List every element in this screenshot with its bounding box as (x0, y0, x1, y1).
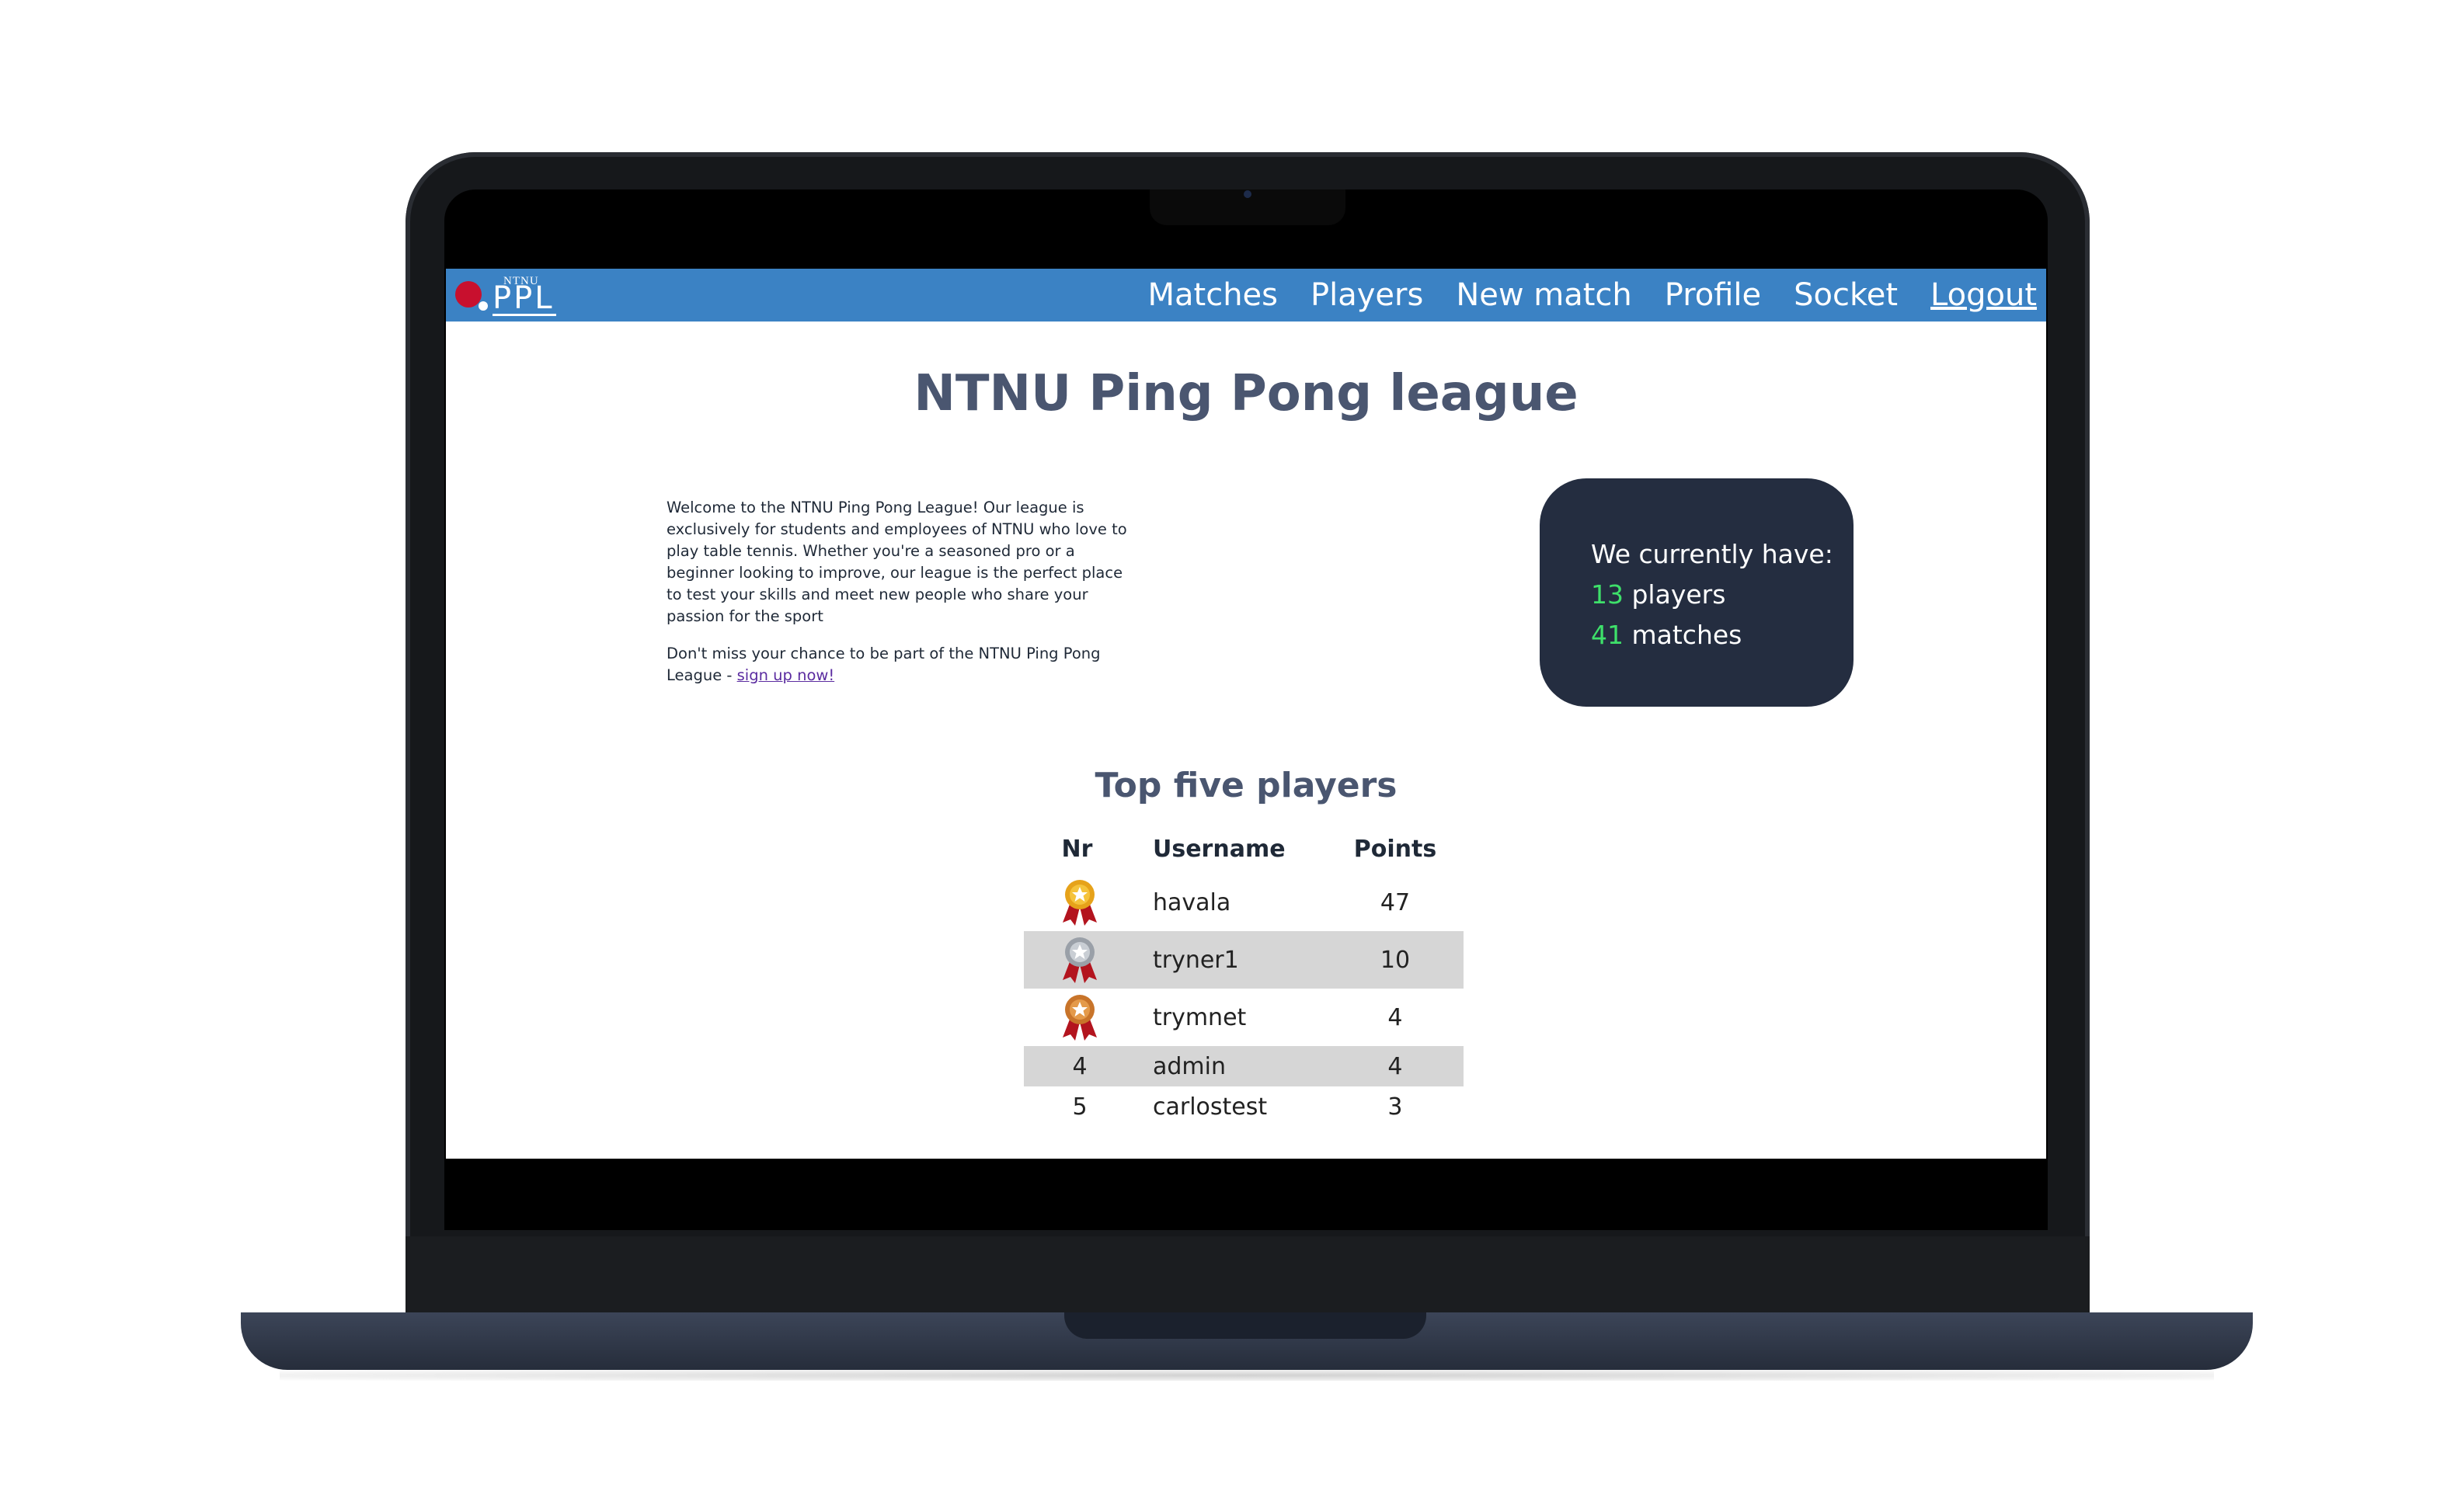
nav-socket[interactable]: Socket (1794, 277, 1898, 313)
rank-cell (1024, 874, 1136, 931)
nav-new-match[interactable]: New match (1456, 277, 1631, 313)
top-players-title: Top five players (1095, 766, 1398, 805)
nav-players[interactable]: Players (1311, 277, 1423, 313)
table-row: 4 admin 4 (1024, 1046, 1464, 1086)
players-label: players (1624, 579, 1726, 610)
username-cell: carlostest (1152, 1093, 1268, 1121)
stats-matches: 41 matches (1591, 615, 1854, 655)
username-cell: tryner1 (1135, 931, 1327, 989)
stats-players: 13 players (1591, 575, 1854, 615)
nav-logout[interactable]: Logout (1930, 277, 2037, 313)
rank-cell (1024, 989, 1136, 1046)
table-header-row: Nr Username Points (1024, 824, 1464, 874)
players-count: 13 (1591, 579, 1624, 610)
header-username: Username (1152, 835, 1286, 863)
bezel-bottom (406, 1236, 2090, 1319)
nav-links: Matches Players New match Profile Socket… (1148, 269, 2038, 322)
points-cell: 4 (1387, 1003, 1403, 1031)
signup-text: Don't miss your chance to be part of the… (667, 645, 1101, 684)
rank-cell (1024, 931, 1136, 989)
matches-label: matches (1624, 620, 1742, 650)
paddle-icon (455, 281, 482, 308)
username-cell: admin (1135, 1046, 1327, 1086)
header-points: Points (1353, 835, 1437, 863)
table-row: havala 47 (1024, 874, 1464, 931)
navbar: NTNU PPL Matches Players New match Profi… (446, 269, 2046, 322)
nav-profile[interactable]: Profile (1665, 277, 1761, 313)
table-row: trymnet 4 (1024, 989, 1464, 1046)
table-row: 5 carlostest 3 (1024, 1086, 1464, 1127)
points-cell: 10 (1326, 931, 1464, 989)
table-row: tryner1 10 (1024, 931, 1464, 989)
nav-matches[interactable]: Matches (1148, 277, 1279, 313)
stats-heading: We currently have: (1591, 539, 1833, 569)
laptop-shadow (280, 1370, 2214, 1381)
header-nr: Nr (1061, 835, 1093, 863)
intro-text: Welcome to the NTNU Ping Pong League! Ou… (667, 497, 1133, 702)
rank-cell: 4 (1024, 1046, 1136, 1086)
points-cell: 4 (1326, 1046, 1464, 1086)
matches-count: 41 (1591, 620, 1624, 650)
ball-icon (479, 301, 488, 311)
silver-medal-icon (1062, 937, 1097, 983)
signup-paragraph: Don't miss your chance to be part of the… (667, 643, 1133, 686)
leaderboard-table: Nr Username Points havala 47 tryner1 10 … (1024, 824, 1464, 1127)
signup-link[interactable]: sign up now! (737, 666, 835, 684)
bronze-medal-icon (1062, 995, 1097, 1041)
username-cell: havala (1152, 888, 1231, 916)
laptop-base-groove (1064, 1312, 1426, 1339)
camera-icon (1244, 190, 1251, 198)
points-cell: 3 (1387, 1093, 1403, 1121)
intro-paragraph: Welcome to the NTNU Ping Pong League! Ou… (667, 499, 1127, 625)
username-cell: trymnet (1152, 1003, 1247, 1031)
page-title: NTNU Ping Pong league (914, 365, 1579, 422)
stats-card: We currently have: 13 players 41 matches (1540, 478, 1854, 707)
gold-medal-icon (1062, 880, 1097, 926)
logo-ppl-text: PPL (493, 280, 556, 316)
browser-screen: NTNU PPL Matches Players New match Profi… (446, 269, 2046, 1159)
rank-cell: 5 (1072, 1093, 1088, 1121)
ppl-logo[interactable]: NTNU PPL (449, 275, 558, 317)
points-cell: 47 (1380, 888, 1411, 916)
